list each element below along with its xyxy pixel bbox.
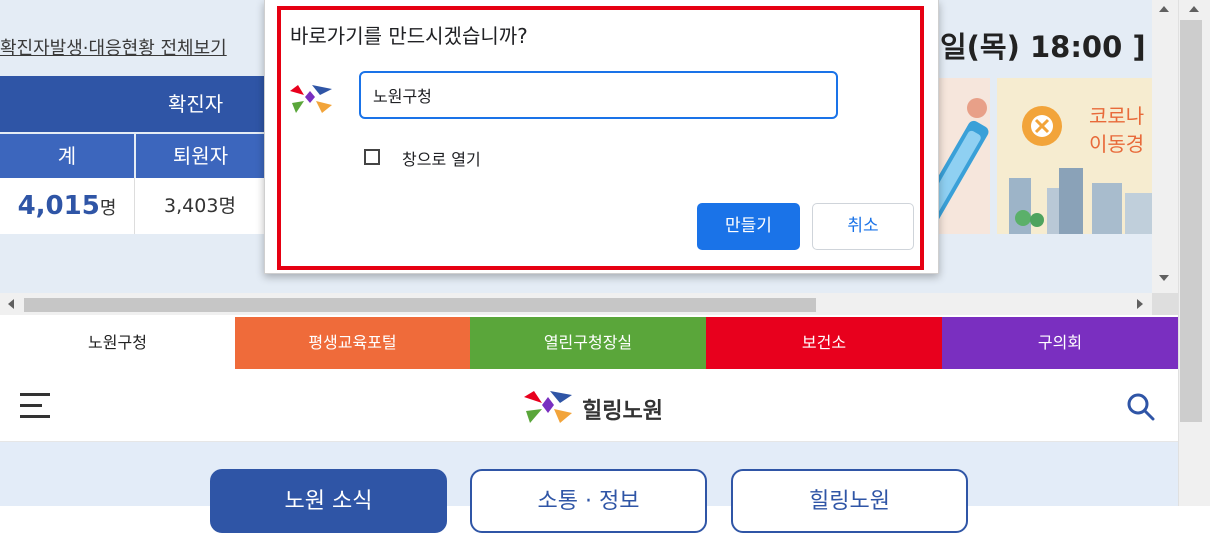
open-as-window-checkbox[interactable] xyxy=(364,149,380,165)
window-scroll-thumb[interactable] xyxy=(1180,20,1202,422)
vaccine-banner[interactable] xyxy=(913,78,990,234)
tab-nowon-office[interactable]: 노원구청 xyxy=(0,317,235,369)
scroll-up-arrow-icon[interactable] xyxy=(1159,6,1169,12)
tab-mayor-office[interactable]: 열린구청장실 xyxy=(470,317,706,369)
stats-discharged-unit: 명 xyxy=(218,195,236,217)
hamburger-menu-icon[interactable] xyxy=(20,393,52,419)
stats-col-total: 계 xyxy=(0,134,134,178)
banner-line2: 이동경 xyxy=(1089,132,1145,156)
confirmed-stats-table: 확진자 계 퇴원자 4,015명 3,403명 xyxy=(0,76,265,234)
stats-total-unit: 명 xyxy=(99,198,117,219)
frame-vertical-scrollbar[interactable] xyxy=(1152,0,1178,293)
tab-health-center[interactable]: 보건소 xyxy=(706,317,942,369)
horizontal-scroll-thumb[interactable] xyxy=(24,298,816,312)
stats-col-discharged: 퇴원자 xyxy=(136,134,265,178)
window-scroll-up-icon[interactable] xyxy=(1189,6,1199,12)
site-tab-bar: 노원구청 평생교육포털 열린구청장실 보건소 구의회 xyxy=(0,317,1178,369)
frame-date: 일(목) 18:00 ] xyxy=(940,30,1146,64)
nav-communication-info[interactable]: 소통 · 정보 xyxy=(470,469,707,533)
frame-title-link[interactable]: 확진자발생·대응현황 전체보기 xyxy=(0,34,227,60)
stats-total-number: 4,015 xyxy=(17,191,100,221)
nav-nowon-news[interactable]: 노원 소식 xyxy=(210,469,447,533)
scroll-right-arrow-icon[interactable] xyxy=(1137,299,1143,309)
cancel-button[interactable]: 취소 xyxy=(812,203,914,250)
create-button[interactable]: 만들기 xyxy=(697,203,800,250)
stats-header-label: 확진자 xyxy=(168,92,224,116)
site-header: 힐링노원 xyxy=(0,369,1178,442)
stats-header: 확진자 xyxy=(0,76,265,132)
scroll-left-arrow-icon[interactable] xyxy=(8,299,14,309)
stats-discharged-number: 3,403 xyxy=(164,195,219,217)
scrollbar-corner xyxy=(1152,293,1178,315)
corona-route-banner[interactable]: 코로나 이동경 xyxy=(997,78,1152,234)
site-favicon-icon xyxy=(290,85,332,113)
dialog-title: 바로가기를 만드시겠습니까? xyxy=(290,24,528,48)
stats-value-total: 4,015명 xyxy=(0,178,135,234)
banner-line1: 코로나 xyxy=(1089,104,1145,128)
syringe-icon xyxy=(913,98,989,232)
stats-value-discharged: 3,403명 xyxy=(135,178,265,234)
scroll-down-arrow-icon[interactable] xyxy=(1159,275,1169,281)
nowon-logo-icon xyxy=(524,391,572,423)
logo-text: 힐링노원 xyxy=(582,399,663,424)
nav-healing-nowon[interactable]: 힐링노원 xyxy=(731,469,968,533)
shortcut-name-input[interactable] xyxy=(359,71,838,119)
tab-district-council[interactable]: 구의회 xyxy=(942,317,1178,369)
tab-lifelong-education[interactable]: 평생교육포털 xyxy=(235,317,470,369)
open-as-window-label[interactable]: 창으로 열기 xyxy=(402,146,481,170)
search-icon[interactable] xyxy=(1127,393,1155,421)
